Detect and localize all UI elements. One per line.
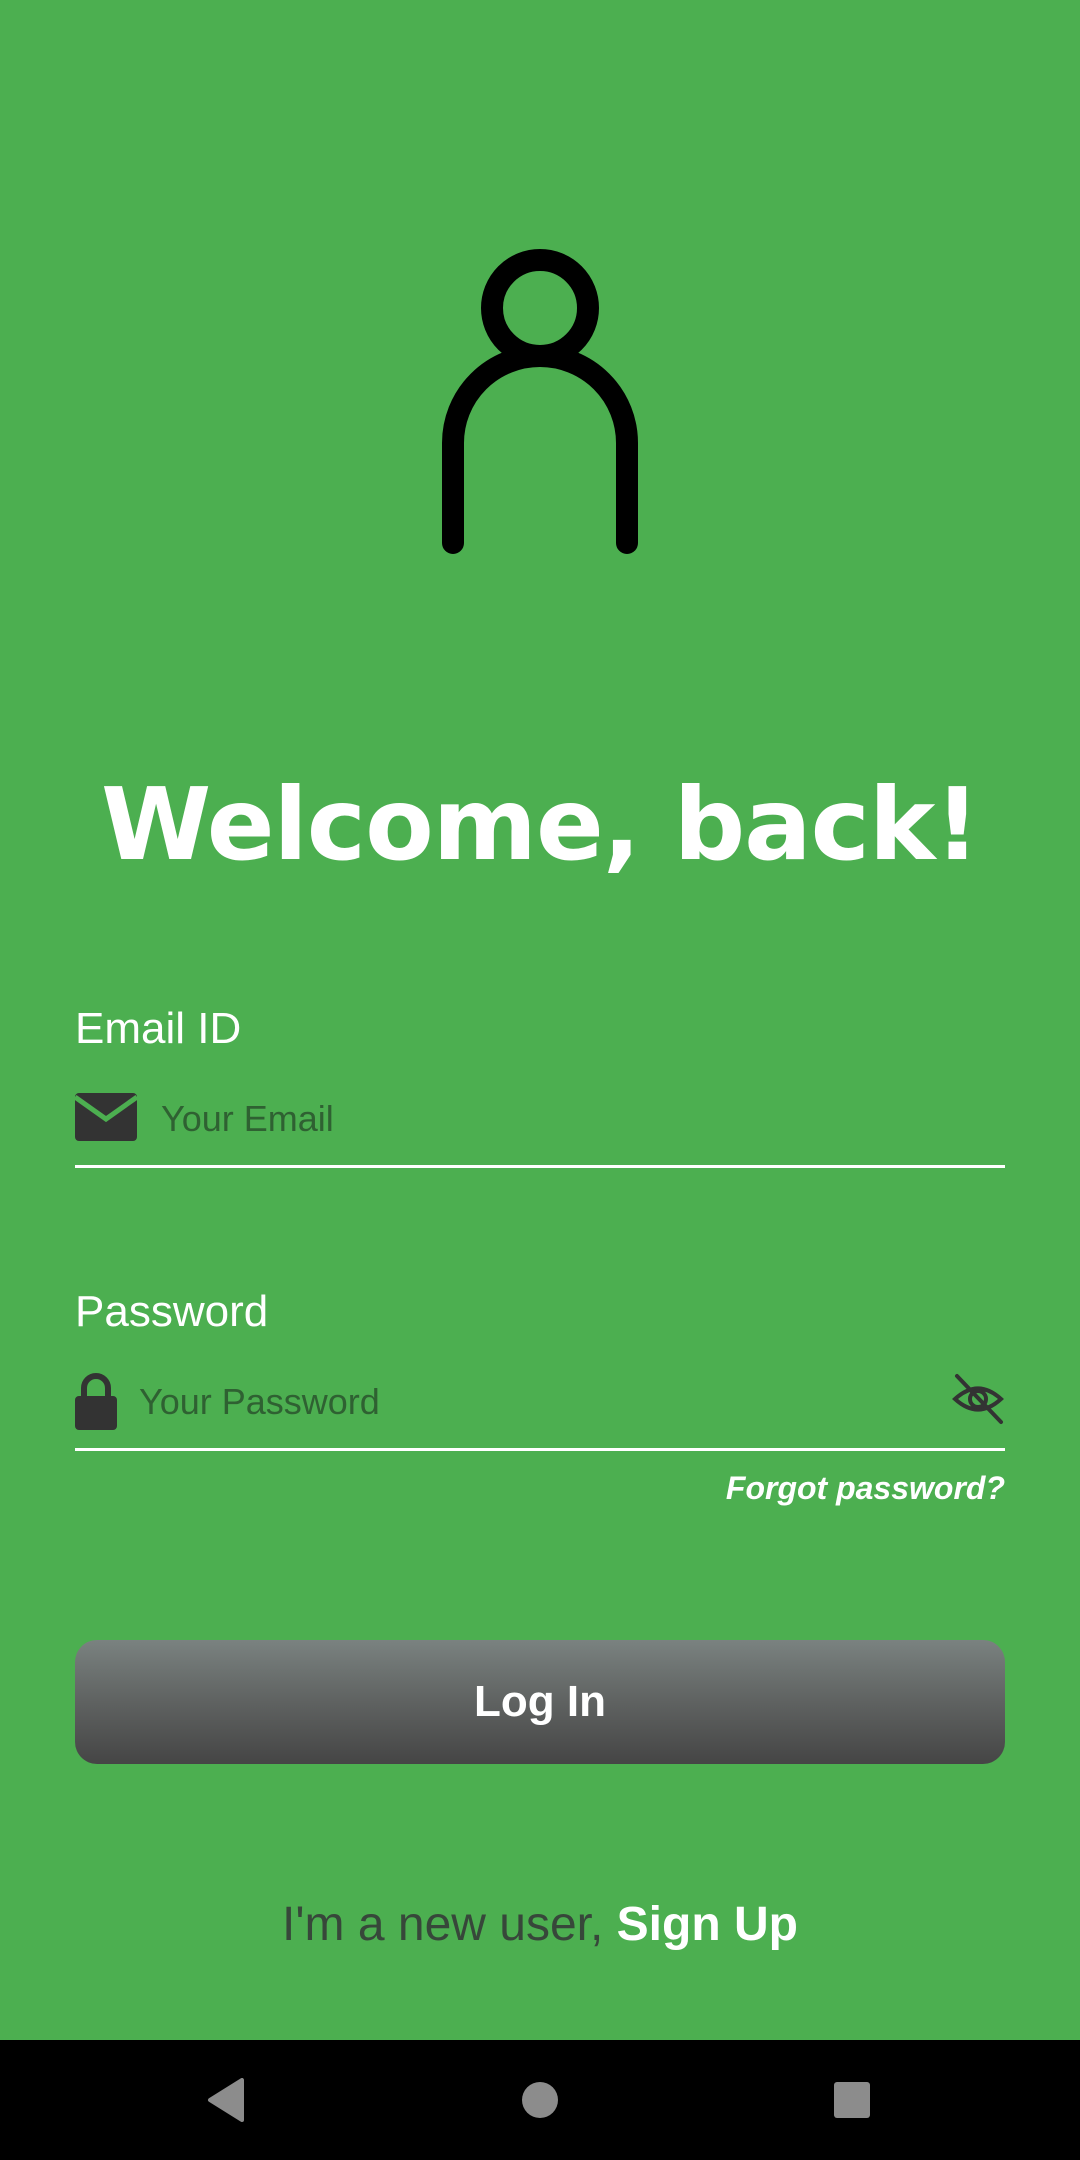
system-navigation-bar bbox=[0, 2040, 1080, 2160]
envelope-icon bbox=[75, 1093, 137, 1141]
signup-prompt-text: I'm a new user, bbox=[282, 1898, 617, 1951]
nav-recents-button[interactable] bbox=[792, 2040, 912, 2160]
signup-prompt: I'm a new user, Sign Up bbox=[0, 1895, 1080, 1955]
password-input[interactable] bbox=[139, 1358, 929, 1446]
recents-square-icon bbox=[834, 2082, 870, 2118]
email-input[interactable] bbox=[161, 1075, 1001, 1163]
eye-slash-icon[interactable] bbox=[951, 1372, 1005, 1426]
password-label: Password bbox=[75, 1287, 269, 1336]
email-label: Email ID bbox=[75, 1004, 242, 1053]
login-button[interactable]: Log In bbox=[75, 1640, 1005, 1764]
lock-icon bbox=[75, 1373, 117, 1430]
forgot-password-link[interactable]: Forgot password? bbox=[726, 1468, 1005, 1508]
email-field bbox=[75, 1075, 1005, 1168]
signup-link[interactable]: Sign Up bbox=[617, 1898, 798, 1951]
password-field bbox=[75, 1358, 1005, 1451]
home-circle-icon bbox=[522, 2082, 558, 2118]
login-screen: Welcome, back! Email ID Password Forgot … bbox=[0, 0, 1080, 2040]
user-avatar-icon bbox=[442, 249, 638, 554]
back-triangle-icon bbox=[208, 2078, 244, 2122]
welcome-title: Welcome, back! bbox=[100, 766, 980, 883]
nav-home-button[interactable] bbox=[480, 2040, 600, 2160]
nav-back-button[interactable] bbox=[166, 2040, 286, 2160]
